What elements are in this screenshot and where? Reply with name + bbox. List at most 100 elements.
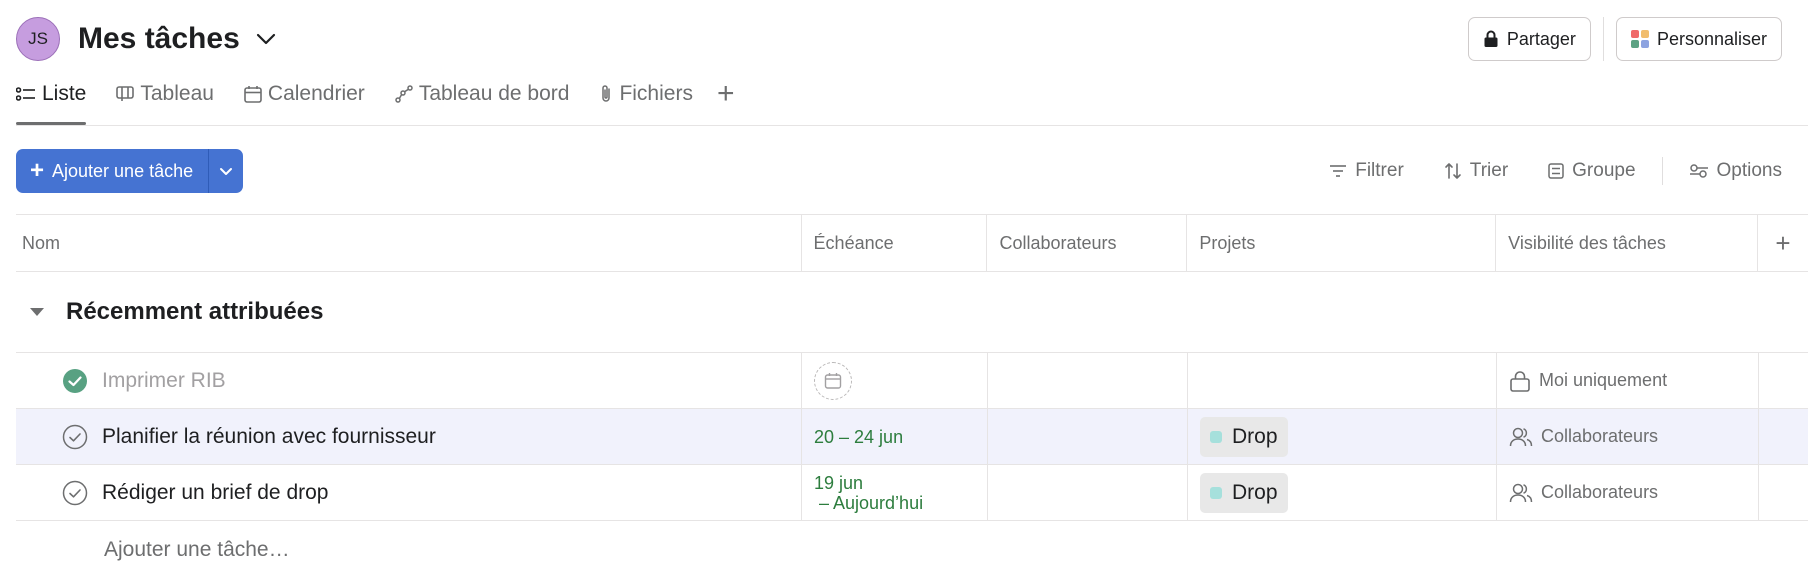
- table-header: Nom Échéance Collaborateurs Projets Visi…: [16, 214, 1808, 272]
- project-color-swatch: [1210, 430, 1222, 443]
- due-date: 19 jun – Aujourd’hui: [814, 473, 923, 513]
- add-task-inline[interactable]: Ajouter une tâche…: [104, 538, 290, 562]
- share-button[interactable]: Partager: [1467, 17, 1591, 61]
- check-circle-icon[interactable]: [62, 424, 88, 450]
- people-icon: [1509, 427, 1533, 446]
- table-row[interactable]: Rédiger un brief de drop 19 jun – Aujour…: [16, 465, 1808, 521]
- collaborators-cell[interactable]: [988, 409, 1188, 464]
- due-date-cell[interactable]: [802, 353, 988, 408]
- calendar-icon: [244, 86, 262, 103]
- lock-icon: [1510, 370, 1530, 392]
- tab-label: Fichiers: [619, 82, 693, 105]
- lock-icon: [1484, 30, 1498, 47]
- project-name: Drop: [1232, 480, 1278, 504]
- group-button[interactable]: Groupe: [1548, 160, 1636, 182]
- task-name: Planifier la réunion avec fournisseur: [102, 424, 436, 448]
- chevron-down-icon: [220, 167, 233, 175]
- due-date-cell[interactable]: 20 – 24 jun: [802, 409, 988, 464]
- filter-button[interactable]: Filtrer: [1329, 160, 1404, 182]
- due-date-cell[interactable]: 19 jun – Aujourd’hui: [802, 465, 988, 520]
- toolbar-divider: [1661, 157, 1663, 185]
- task-name-cell[interactable]: Imprimer RIB: [16, 353, 802, 408]
- tab-label: Calendrier: [267, 82, 365, 105]
- options-button[interactable]: Options: [1689, 160, 1782, 182]
- calendar-icon[interactable]: [814, 361, 852, 400]
- add-column-button[interactable]: +: [1758, 215, 1808, 271]
- tab-label: Liste: [42, 82, 87, 105]
- collaborators-cell[interactable]: [988, 353, 1188, 408]
- customize-button[interactable]: Personnaliser: [1615, 17, 1782, 61]
- task-name: Imprimer RIB: [102, 368, 226, 392]
- check-circle-icon[interactable]: [62, 480, 88, 506]
- projects-cell[interactable]: [1188, 353, 1497, 408]
- list-icon: [16, 87, 35, 101]
- projects-cell[interactable]: Drop: [1188, 465, 1497, 520]
- chevron-down-icon[interactable]: [254, 27, 278, 51]
- visibility-cell[interactable]: Collaborateurs: [1497, 465, 1759, 520]
- column-header-due-date[interactable]: Échéance: [802, 215, 988, 271]
- sort-button[interactable]: Trier: [1444, 160, 1508, 182]
- table-row[interactable]: Planifier la réunion avec fournisseur 20…: [16, 409, 1808, 465]
- add-task-dropdown-button[interactable]: [208, 149, 244, 193]
- paperclip-icon: [602, 85, 611, 102]
- add-tab-button[interactable]: +: [717, 76, 735, 112]
- tab-dashboard[interactable]: Tableau de bord: [395, 76, 570, 112]
- people-icon: [1509, 483, 1533, 502]
- row-spacer: [1759, 465, 1808, 520]
- tab-list[interactable]: Liste: [16, 76, 87, 125]
- options-label: Options: [1716, 160, 1782, 181]
- add-task-label: Ajouter une tâche: [52, 160, 194, 181]
- column-header-visibility[interactable]: Visibilité des tâches: [1496, 215, 1759, 271]
- project-chip[interactable]: Drop: [1200, 416, 1288, 457]
- row-spacer: [1759, 409, 1808, 464]
- filter-icon: [1330, 165, 1347, 177]
- project-chip[interactable]: Drop: [1200, 472, 1288, 513]
- visibility-label: Collaborateurs: [1541, 482, 1659, 502]
- visibility-value: Collaborateurs: [1509, 482, 1658, 504]
- avatar-initials: JS: [28, 29, 48, 48]
- tab-files[interactable]: Fichiers: [599, 76, 693, 112]
- customize-label: Personnaliser: [1656, 28, 1767, 49]
- sort-label: Trier: [1469, 160, 1509, 181]
- board-icon: [116, 86, 135, 101]
- visibility-label: Moi uniquement: [1539, 370, 1668, 390]
- row-spacer: [1759, 353, 1808, 408]
- due-date-end: – Aujourd’hui: [819, 492, 924, 513]
- projects-cell[interactable]: Drop: [1188, 409, 1497, 464]
- page-title: Mes tâches: [78, 22, 240, 55]
- dashboard-icon: [395, 85, 413, 103]
- task-name-cell[interactable]: Planifier la réunion avec fournisseur: [16, 409, 802, 464]
- page-header: JS Mes tâches Partager Personnaliser: [16, 14, 1792, 64]
- section-title: Récemment attribuées: [66, 298, 324, 325]
- options-icon: [1689, 164, 1708, 178]
- tab-label: Tableau de bord: [418, 82, 570, 105]
- collaborators-cell[interactable]: [988, 465, 1188, 520]
- plus-icon: +: [30, 157, 45, 184]
- filter-label: Filtrer: [1355, 160, 1404, 181]
- visibility-cell[interactable]: Collaborateurs: [1497, 409, 1759, 464]
- tab-label: Tableau: [140, 82, 214, 105]
- tabs-divider: [16, 125, 1808, 126]
- avatar[interactable]: JS: [16, 17, 60, 61]
- visibility-label: Collaborateurs: [1541, 426, 1659, 446]
- column-header-collaborators[interactable]: Collaborateurs: [987, 215, 1188, 271]
- group-icon: [1548, 163, 1564, 179]
- header-divider: [1602, 17, 1604, 61]
- column-header-name[interactable]: Nom: [16, 215, 802, 271]
- view-tabs: Liste Tableau Calendrier Tableau de bord…: [16, 76, 734, 126]
- tab-calendar[interactable]: Calendrier: [244, 76, 365, 112]
- task-name-cell[interactable]: Rédiger un brief de drop: [16, 465, 802, 520]
- caret-down-icon[interactable]: [26, 301, 48, 323]
- table-row[interactable]: Imprimer RIB Moi uniquement: [16, 353, 1808, 409]
- visibility-cell[interactable]: Moi uniquement: [1497, 353, 1759, 408]
- task-section: Récemment attribuées: [16, 272, 1808, 353]
- due-date: 20 – 24 jun: [814, 426, 904, 447]
- project-name: Drop: [1232, 424, 1278, 448]
- add-task-button[interactable]: + Ajouter une tâche: [16, 149, 209, 193]
- tab-board[interactable]: Tableau: [116, 76, 214, 112]
- due-date-start: 19 jun: [814, 472, 864, 493]
- column-header-projects[interactable]: Projets: [1187, 215, 1497, 271]
- visibility-value: Moi uniquement: [1509, 370, 1667, 392]
- sort-icon: [1444, 163, 1461, 179]
- check-circle-filled-icon[interactable]: [62, 368, 88, 394]
